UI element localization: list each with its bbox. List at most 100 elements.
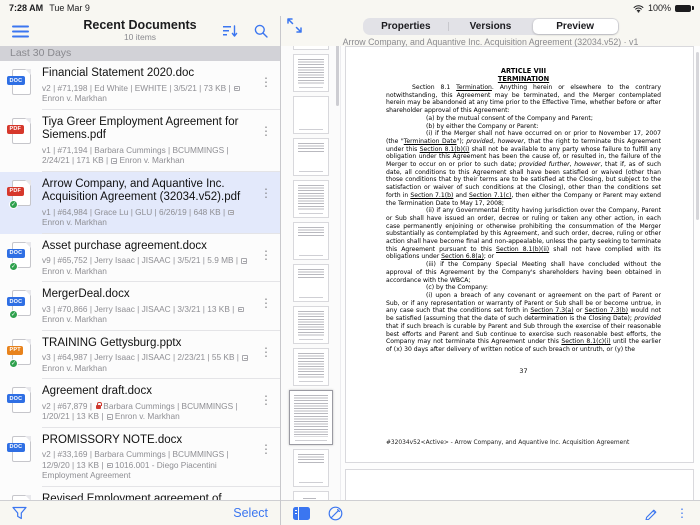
checked-in-icon: ✓ [9,310,18,319]
markup-button[interactable] [328,506,343,521]
file-type-icon: PPT ✓ [7,338,32,368]
row-more-menu[interactable]: ⋮ [258,296,274,310]
document-row[interactable]: DOC ✓ Asset purchase agreement.docx v9 |… [0,234,280,283]
document-title: Tiya Greer Employment Agreement for Siem… [42,115,239,142]
pdf-paragraph: Section 8.1 Termination. Anything herein… [386,84,661,115]
annotate-button[interactable] [644,506,658,520]
sort-button[interactable] [223,24,238,38]
page-thumbnail[interactable] [292,180,329,218]
document-list-panel: Recent Documents 10 items Last 30 Days D… [0,16,281,525]
hamburger-icon [12,25,29,37]
file-type-badge: DOC [7,248,25,258]
expand-arrows-icon [287,18,302,33]
clock: 7:28 AM [9,3,44,13]
page-thumbnail[interactable] [292,96,329,134]
document-row[interactable]: DOC ✓ PROMISSORY NOTE.docx v2 | #33,169 … [0,428,280,487]
document-meta: v2 | #71,198 | Ed White | EWHITE | 3/5/2… [42,83,258,104]
tab-preview[interactable]: Preview [532,19,618,34]
document-meta: v3 | #64,987 | Jerry Isaac | JISAAC | 2/… [42,352,258,373]
row-more-menu[interactable]: ⋮ [258,393,274,407]
tab-properties[interactable]: Properties [364,19,449,34]
expand-preview-button[interactable] [287,18,303,34]
page-thumbnail[interactable] [292,348,329,386]
page-thumbnail[interactable] [292,449,329,487]
section-header: Last 30 Days [0,46,280,61]
page-thumbnail[interactable] [292,306,329,344]
filter-button[interactable] [12,506,27,520]
page-thumbnail[interactable] [292,222,329,260]
document-meta: v3 | #70,866 | Jerry Isaac | JISAAC | 3/… [42,304,258,325]
preview-panel: Properties Versions Preview Arrow Company,… [281,16,700,525]
search-button[interactable] [254,24,268,38]
document-meta: v2 | #67,879 | Barbara Cummings | BCUMMI… [42,400,238,422]
document-title: Arrow Company, and Aquantive Inc. Acquis… [42,177,241,204]
file-type-icon: DOC ✓ [7,290,32,319]
preview-scrollbar[interactable] [696,52,699,220]
preview-doc-title: Arrow Company, and Aquantive Inc. Acquis… [342,37,639,47]
document-row[interactable]: DOC ✓ Revised Employment agreement of Di… [0,487,280,501]
page-thumbnail-list [281,16,340,500]
pencil-icon [645,509,657,520]
sidebar-panel-icon [293,506,310,520]
file-type-badge: PPT [7,345,24,355]
file-type-badge: DOC [7,76,25,85]
thumbnail-scrollbar[interactable] [336,42,339,106]
document-row[interactable]: PPT ✓ TRAINING Gettysburg.pptx v3 | #64,… [0,331,280,380]
document-title: Revised Employment agreement of Diego.do… [42,492,222,501]
document-row[interactable]: PDF ✓ Tiya Greer Employment Agreement fo… [0,110,280,172]
document-row[interactable]: DOC ✓ Financial Statement 2020.doc v2 | … [0,61,280,110]
matter-icon [228,209,235,215]
sort-icon [223,24,238,37]
pdf-next-page [345,469,694,500]
pdf-text: Section 8.1 Termination. Anything herein… [386,84,661,354]
file-type-badge: PDF [7,186,24,196]
file-type-badge: DOC [7,442,25,452]
menu-button[interactable] [12,25,29,38]
document-meta: v2 | #33,169 | Barbara Cummings | BCUMMI… [42,449,229,480]
search-icon [254,24,268,38]
document-meta: v1 | #64,984 | Grace Lu | GLU | 6/26/19 … [42,207,258,228]
file-type-badge: DOC [7,394,25,403]
select-button[interactable]: Select [233,506,268,520]
row-more-menu[interactable]: ⋮ [258,442,274,456]
file-type-icon: PDF ✓ [7,179,32,209]
pdf-paragraph: (ii) if any Governmental Entity having j… [386,207,661,261]
tab-versions[interactable]: Versions [448,19,533,34]
view-tabs: Properties Versions Preview [362,18,619,35]
preview-header: Properties Versions Preview Arrow Company,… [281,16,700,47]
page-number: 37 [519,366,528,375]
battery-icon [675,4,694,12]
battery-percent: 100% [647,3,671,13]
row-more-menu[interactable]: ⋮ [258,248,274,262]
page-thumbnail[interactable] [288,390,333,445]
page-thumbnail[interactable] [292,264,329,302]
row-more-menu[interactable]: ⋮ [258,186,274,200]
page-thumbnail[interactable] [292,138,329,176]
app-window: 7:28 AM Tue Mar 9 100% Recent Documents … [0,0,700,525]
row-more-menu[interactable]: ⋮ [258,124,274,138]
row-more-menu[interactable]: ⋮ [258,75,274,89]
document-title: MergerDeal.docx [42,288,130,300]
pdf-preview[interactable]: ARTICLE VIII TERMINATION Section 8.1 Ter… [341,16,700,500]
document-row[interactable]: PDF ✓ Arrow Company, and Aquantive Inc. … [0,171,280,234]
file-type-icon: DOC ✓ [10,494,32,500]
document-title: PROMISSORY NOTE.docx [42,433,183,446]
row-more-menu[interactable]: ⋮ [258,345,274,359]
matter-icon [106,414,113,420]
status-bar: 7:28 AM Tue Mar 9 100% [0,0,700,16]
file-type-icon: DOC ✓ [7,387,32,414]
document-row[interactable]: DOC ✓ MergerDeal.docx v3 | #70,866 | Jer… [0,282,280,331]
document-row[interactable]: DOC ✓ Agreement draft.docx v2 | #67,879 … [0,379,280,428]
page-thumbnail[interactable] [292,54,329,92]
pdf-paragraph: (b) by either the Company or Parent: [426,122,539,130]
document-meta: v1 | #71,194 | Barbara Cummings | BCUMMI… [42,144,229,166]
pdf-page-footer: #32034v52<Active> - Arrow Company, and A… [386,440,630,446]
date: Tue Mar 9 [49,3,90,13]
more-options-button[interactable]: ⋮ [676,507,688,519]
pdf-paragraph: (i) if the Merger shall not have occurre… [386,130,662,207]
toggle-thumbnails-button[interactable] [293,506,310,520]
filter-funnel-icon [12,506,27,520]
page-thumbnail[interactable] [292,491,329,500]
checked-in-icon: ✓ [9,358,18,368]
page-thumbnail-strip [281,16,341,500]
